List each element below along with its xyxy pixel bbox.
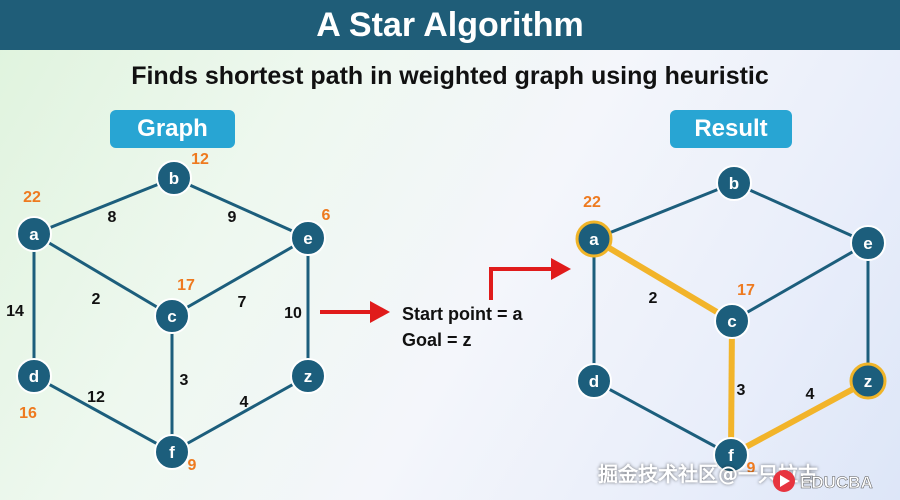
graph-heuristic-c: 17 <box>177 277 195 294</box>
graph-edge-d-f <box>33 374 173 454</box>
result-heuristic-c: 17 <box>737 282 755 299</box>
brand-text: EDUCBA <box>800 473 873 492</box>
input-graph: 8 92 714 10312 4a22b12c17d16e6f9z <box>6 151 330 474</box>
result-node-label-d: d <box>589 372 599 391</box>
graph-weight-a-b: 8 <box>108 209 117 226</box>
result-edge-f-z <box>729 378 870 458</box>
graph-edge-a-c <box>33 232 173 318</box>
graph-weight-d-f: 12 <box>87 389 105 406</box>
graph-node-label-c: c <box>167 307 176 326</box>
graph-node-label-z: z <box>304 367 313 386</box>
result-node-label-e: e <box>863 234 872 253</box>
graph-weight-e-z: 10 <box>284 305 302 322</box>
graph-node-label-b: b <box>169 169 179 188</box>
graph-node-label-e: e <box>303 229 312 248</box>
result-weight-f-z: 4 <box>806 386 815 403</box>
result-heuristic-a: 22 <box>583 194 601 211</box>
graph-heuristic-e: 6 <box>322 207 331 224</box>
result-weight-c-f: 3 <box>737 382 746 399</box>
graph-weight-c-f: 3 <box>180 372 189 389</box>
arrow-right-head <box>370 301 390 323</box>
result-edge-d-f <box>593 379 732 457</box>
result-graph: 23 4a22bc17def9z <box>575 165 887 477</box>
diagram-canvas: 8 92 714 10312 4a22b12c17d16e6f9z 23 4a22bc17… <box>6 151 887 477</box>
graph-node-label-d: d <box>29 367 39 386</box>
elbow-arrow-head <box>551 258 571 280</box>
graph-weight-a-c: 2 <box>92 291 101 308</box>
graph-weight-b-e: 9 <box>228 209 237 226</box>
result-edge-a-b <box>593 181 735 241</box>
graph-weight-c-e: 7 <box>238 294 247 311</box>
result-node-label-a: a <box>589 230 599 249</box>
graph-heuristic-d: 16 <box>19 405 37 422</box>
graph-node-label-a: a <box>29 225 39 244</box>
graph-edge-b-e <box>173 176 309 240</box>
graph-heuristic-f: 9 <box>188 457 197 474</box>
graph-node-label-f: f <box>169 443 175 462</box>
goal-text: Goal = z <box>402 330 472 350</box>
result-node-label-c: c <box>727 312 736 331</box>
graph-weight-f-z: 4 <box>240 394 249 411</box>
graph-weight-a-d: 14 <box>6 303 24 320</box>
result-edge-a-c <box>592 236 734 324</box>
graph-edge-f-z <box>171 374 309 454</box>
brand-logo: EDUCBA <box>773 470 873 492</box>
result-weight-a-c: 2 <box>649 290 658 307</box>
result-node-label-b: b <box>729 174 739 193</box>
result-edge-c-f <box>728 320 735 456</box>
graph-edge-a-b <box>33 176 175 236</box>
graph-heuristic-a: 22 <box>23 189 41 206</box>
graph-heuristic-b: 12 <box>191 151 209 168</box>
elbow-arrow-icon <box>489 267 553 300</box>
result-edge-b-e <box>733 181 869 245</box>
start-point-text: Start point = a <box>402 304 524 324</box>
result-node-label-z: z <box>864 372 873 391</box>
